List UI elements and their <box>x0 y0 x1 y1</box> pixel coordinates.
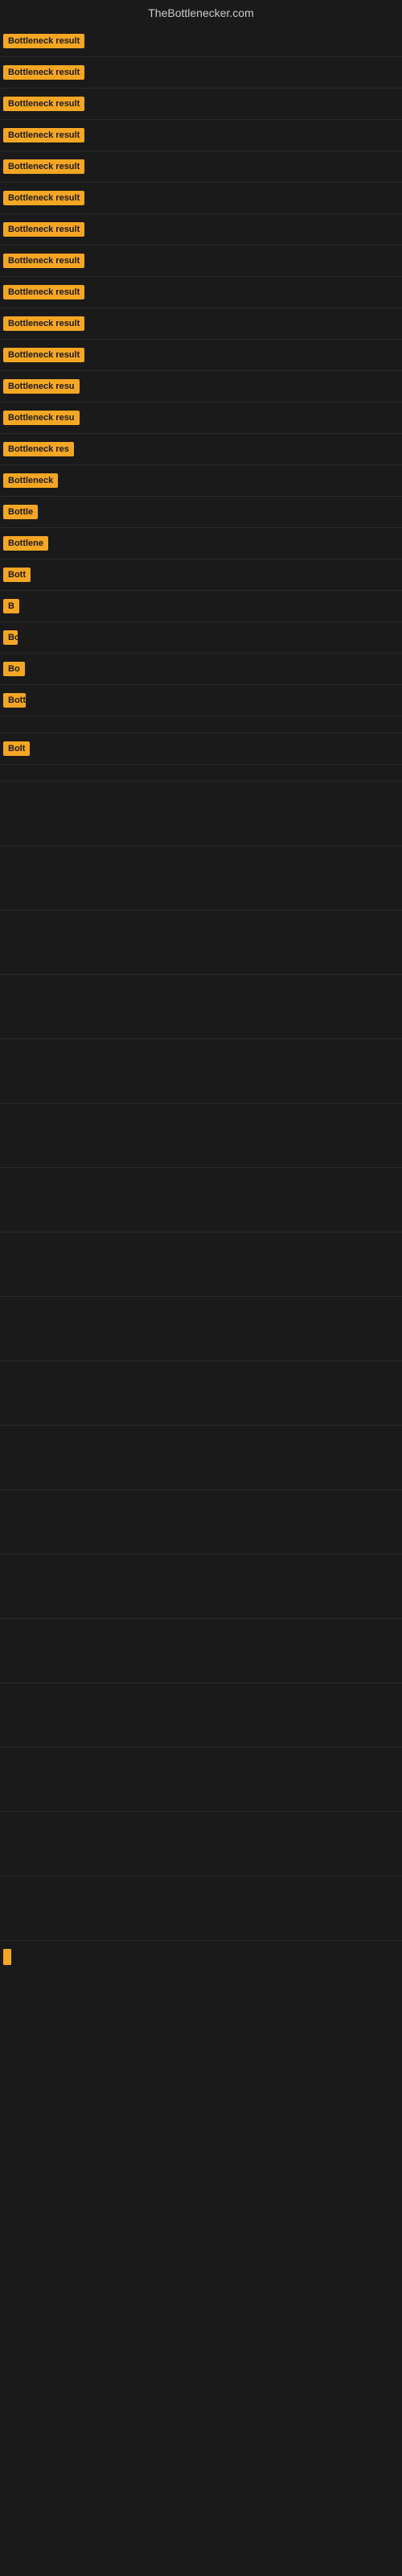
empty-row <box>0 1297 402 1361</box>
list-item <box>0 765 402 782</box>
bottleneck-badge[interactable]: Bottleneck result <box>3 254 84 268</box>
list-item: Bottler <box>0 685 402 716</box>
empty-row <box>0 846 402 910</box>
bottleneck-badge[interactable]: Bottler <box>3 693 26 708</box>
list-item <box>0 716 402 733</box>
empty-section <box>0 782 402 1977</box>
bottleneck-badge[interactable]: Bottleneck result <box>3 128 84 142</box>
bottleneck-badge[interactable]: Bottleneck result <box>3 65 84 80</box>
site-title: TheBottlenecker.com <box>0 0 402 26</box>
list-item: Bottleneck result <box>0 89 402 120</box>
list-item: Bottleneck result <box>0 308 402 340</box>
list-item: Bo <box>0 654 402 685</box>
empty-row <box>0 1168 402 1232</box>
list-item: Bottleneck result <box>0 120 402 151</box>
list-item: B <box>0 591 402 622</box>
empty-row <box>0 782 402 846</box>
bottleneck-badge[interactable]: Bottleneck result <box>3 34 84 48</box>
empty-row <box>0 1619 402 1683</box>
page-bottom <box>0 1977 402 2009</box>
list-item: Bottleneck result <box>0 151 402 183</box>
bottleneck-badge[interactable]: Bottlene <box>3 536 48 551</box>
list-item: Bottleneck <box>0 465 402 497</box>
empty-row <box>0 1490 402 1554</box>
list-item: Bottle <box>0 497 402 528</box>
small-badge-indicator <box>3 1949 11 1965</box>
bottleneck-badge[interactable]: Bottle <box>3 505 38 519</box>
bottleneck-badge[interactable]: B <box>3 599 19 613</box>
list-item: Bottlene <box>0 528 402 559</box>
bottleneck-badge[interactable]: Bottleneck result <box>3 97 84 111</box>
bottleneck-badge[interactable]: Bo <box>3 662 25 676</box>
list-item: Bott <box>0 559 402 591</box>
list-item: Bottleneck result <box>0 246 402 277</box>
empty-row <box>0 1748 402 1812</box>
list-item: Bottleneck res <box>0 434 402 465</box>
list-item: Bottleneck result <box>0 340 402 371</box>
empty-row <box>0 910 402 975</box>
empty-row <box>0 1554 402 1619</box>
bottleneck-badge[interactable]: Bottleneck <box>3 473 58 488</box>
list-item: Bott <box>0 622 402 654</box>
empty-row <box>0 1039 402 1104</box>
list-item: Bolt <box>0 733 402 765</box>
bottleneck-badge[interactable]: Bottleneck result <box>3 316 84 331</box>
empty-row <box>0 1426 402 1490</box>
bottleneck-badge[interactable]: Bott <box>3 568 31 582</box>
empty-row <box>0 1104 402 1168</box>
bottleneck-badge[interactable]: Bott <box>3 630 18 645</box>
empty-row <box>0 1812 402 1876</box>
list-item: Bottleneck resu <box>0 371 402 402</box>
empty-row <box>0 1232 402 1297</box>
list-item: Bottleneck result <box>0 57 402 89</box>
bottleneck-badge[interactable]: Bottleneck result <box>3 348 84 362</box>
list-item: Bottleneck result <box>0 277 402 308</box>
list-item: Bottleneck result <box>0 214 402 246</box>
bottleneck-badge[interactable]: Bottleneck result <box>3 159 84 174</box>
empty-row <box>0 1876 402 1941</box>
bottleneck-badge[interactable]: Bottleneck result <box>3 191 84 205</box>
bottom-indicator-row <box>0 1941 402 1977</box>
bottleneck-badge[interactable]: Bottleneck result <box>3 222 84 237</box>
list-item: Bottleneck result <box>0 183 402 214</box>
list-item: Bottleneck result <box>0 26 402 57</box>
bottleneck-badge[interactable]: Bottleneck res <box>3 442 74 456</box>
site-header: TheBottlenecker.com <box>0 0 402 26</box>
bottleneck-badge[interactable]: Bottleneck result <box>3 285 84 299</box>
empty-row <box>0 975 402 1039</box>
bottleneck-badge[interactable]: Bolt <box>3 741 30 756</box>
results-list: Bottleneck result Bottleneck result Bottle… <box>0 26 402 782</box>
bottleneck-badge[interactable]: Bottleneck resu <box>3 411 80 425</box>
list-item: Bottleneck resu <box>0 402 402 434</box>
bottleneck-badge[interactable]: Bottleneck resu <box>3 379 80 394</box>
empty-row <box>0 1361 402 1426</box>
empty-row <box>0 1683 402 1748</box>
